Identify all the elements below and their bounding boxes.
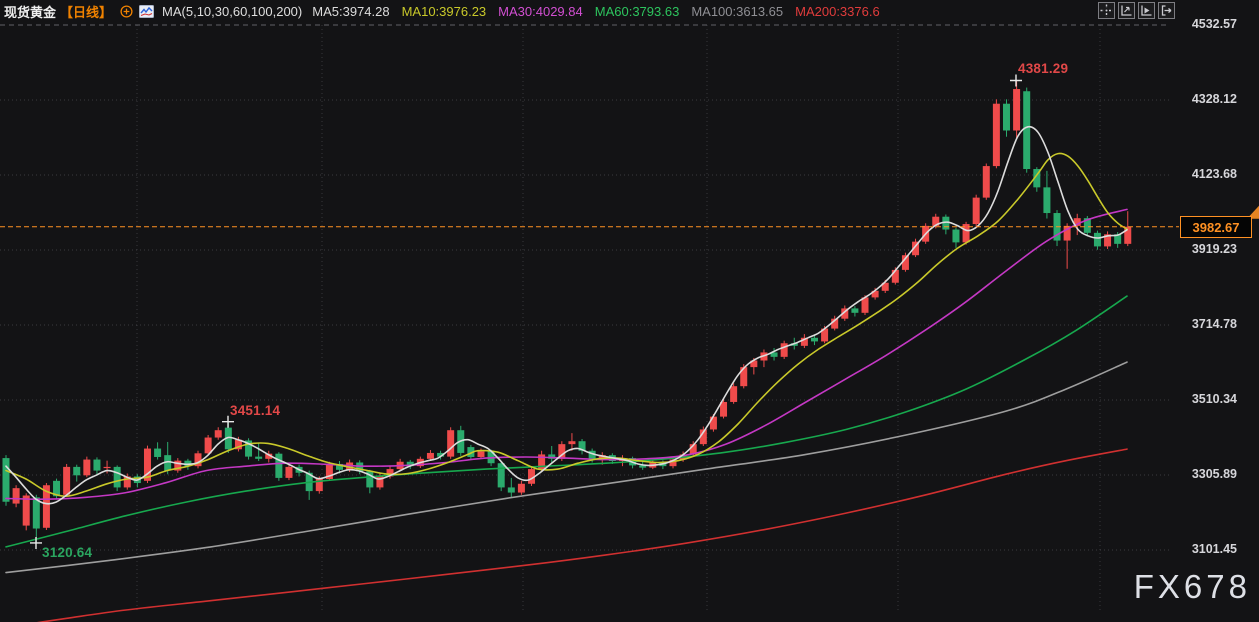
candle <box>3 458 10 502</box>
ma-line-ma10 <box>6 153 1127 496</box>
ma-value-ma30: MA30:4029.84 <box>498 4 583 19</box>
candle <box>73 467 80 475</box>
mini-chart-icon[interactable] <box>139 5 154 18</box>
y-axis-label: 3305.89 <box>1167 467 1237 481</box>
candle <box>993 104 1000 166</box>
candle <box>973 198 980 224</box>
ma-legend: MA5:3974.28 MA10:3976.23 MA30:4029.84 MA60:… <box>312 4 891 19</box>
y-axis-label: 4532.57 <box>1167 17 1237 31</box>
axis-scale-icon[interactable] <box>1118 2 1135 19</box>
candle <box>781 343 788 357</box>
symbol-name[interactable]: 现货黄金 <box>4 2 56 21</box>
candle <box>498 463 505 487</box>
candle <box>427 453 434 459</box>
candle <box>811 338 818 342</box>
period-label[interactable]: 【日线】 <box>60 2 112 21</box>
indicator-panel-icon[interactable] <box>1138 2 1155 19</box>
add-compare-icon[interactable] <box>120 5 133 18</box>
y-axis-label: 3101.45 <box>1167 542 1237 556</box>
candle <box>104 467 111 468</box>
ma-line-ma5 <box>6 127 1127 504</box>
extreme-price-label: 3120.64 <box>42 545 92 560</box>
candlestick-chart[interactable] <box>0 0 1259 622</box>
ma-parameters-label: MA(5,10,30,60,100,200) <box>162 4 302 19</box>
y-axis-label: 3510.34 <box>1167 392 1237 406</box>
candle <box>1043 187 1050 213</box>
candle <box>1094 233 1101 247</box>
candle <box>154 449 161 457</box>
ma-line-ma60 <box>6 296 1127 547</box>
candle <box>447 430 454 456</box>
candle <box>518 484 525 493</box>
candle <box>275 454 282 478</box>
candle <box>93 460 100 471</box>
candle <box>983 166 990 198</box>
candle <box>1023 91 1030 169</box>
candle <box>23 496 30 526</box>
candle <box>63 467 70 495</box>
watermark: FX678 <box>1134 568 1251 606</box>
ma-line-ma30 <box>6 209 1127 499</box>
y-axis-label: 3919.23 <box>1167 242 1237 256</box>
ma-value-ma200: MA200:3376.6 <box>795 4 880 19</box>
expand-right-icon[interactable] <box>1158 2 1175 19</box>
candle <box>952 230 959 243</box>
ma-value-ma10: MA10:3976.23 <box>402 4 487 19</box>
candle <box>83 460 90 476</box>
candle <box>1003 104 1010 131</box>
candle <box>13 488 20 503</box>
y-axis-label: 3714.78 <box>1167 317 1237 331</box>
candle <box>892 270 899 283</box>
y-axis-label: 4123.68 <box>1167 167 1237 181</box>
candle <box>568 441 575 444</box>
chart-header: 现货黄金 【日线】 MA(5,10,30,60,100,200) MA5:397… <box>4 2 892 20</box>
current-price-tag: 3982.67 <box>1180 216 1252 238</box>
current-price-value: 3982.67 <box>1193 220 1240 235</box>
ma-line-ma200 <box>6 449 1127 622</box>
candle <box>710 417 717 430</box>
ma-value-ma60: MA60:3793.63 <box>595 4 680 19</box>
candle <box>477 451 484 457</box>
extreme-price-label: 3451.14 <box>230 403 280 418</box>
candle <box>255 457 262 459</box>
candle <box>1013 89 1020 130</box>
y-axis-label: 4328.12 <box>1167 92 1237 106</box>
candle <box>851 308 858 312</box>
candle <box>285 467 292 478</box>
candle <box>33 497 40 528</box>
chart-toolbar <box>1098 2 1175 19</box>
crosshair-icon[interactable] <box>1098 2 1115 19</box>
extreme-price-label: 4381.29 <box>1018 61 1068 76</box>
ma-value-ma100: MA100:3613.65 <box>691 4 783 19</box>
candle <box>205 438 212 454</box>
candle <box>508 487 515 492</box>
candle <box>215 430 222 437</box>
candle <box>730 386 737 402</box>
ma-value-ma5: MA5:3974.28 <box>312 4 389 19</box>
trading-chart-window: 现货黄金 【日线】 MA(5,10,30,60,100,200) MA5:397… <box>0 0 1259 622</box>
candle <box>114 467 121 488</box>
